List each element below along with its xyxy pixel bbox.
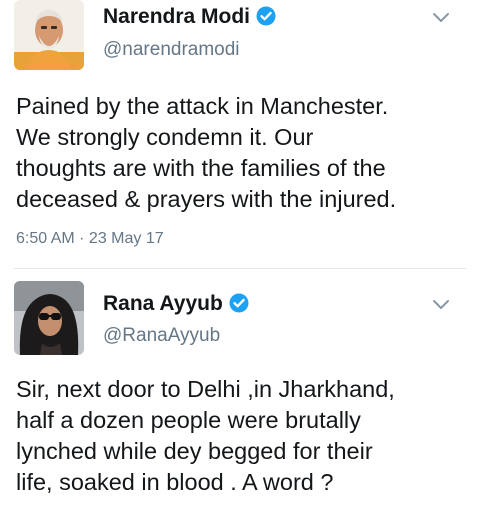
tweet-timestamp[interactable]: 6:50 AM · 23 May 17 — [16, 230, 164, 248]
avatar[interactable] — [14, 0, 84, 70]
avatar[interactable] — [14, 281, 84, 355]
author-handle[interactable]: @narendramodi — [103, 39, 240, 61]
tweet-text: Pained by the attack in Manchester. We s… — [16, 93, 397, 212]
tweet-text: Sir, next door to Delhi ,in Jharkhand, h… — [16, 376, 395, 495]
user-avatar-icon — [14, 281, 84, 355]
chevron-down-icon[interactable] — [432, 12, 450, 24]
user-avatar-icon — [14, 0, 84, 70]
author-name[interactable]: Narendra Modi — [103, 5, 276, 29]
verified-badge-icon — [256, 6, 276, 26]
author-name-text[interactable]: Narendra Modi — [103, 5, 250, 28]
author-name[interactable]: Rana Ayyub — [103, 292, 249, 316]
chevron-down-icon[interactable] — [432, 299, 450, 311]
author-name-text[interactable]: Rana Ayyub — [103, 292, 223, 315]
author-handle[interactable]: @RanaAyyub — [103, 325, 220, 347]
verified-badge-icon — [229, 293, 249, 313]
